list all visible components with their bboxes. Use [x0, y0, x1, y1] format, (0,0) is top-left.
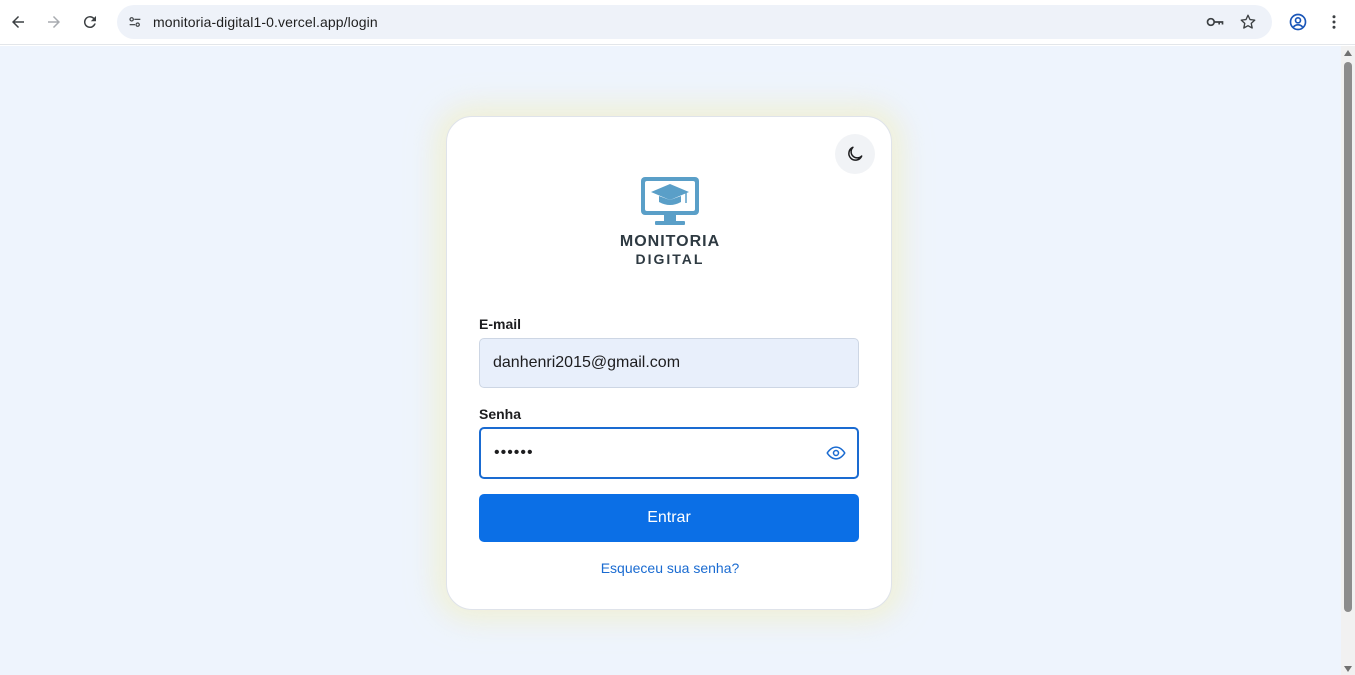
address-bar[interactable]: monitoria-digital1-0.vercel.app/login [117, 5, 1272, 39]
password-label: Senha [479, 406, 522, 422]
url-text: monitoria-digital1-0.vercel.app/login [153, 14, 378, 30]
scroll-down-arrow-icon[interactable] [1344, 666, 1352, 672]
email-label: E-mail [479, 316, 522, 332]
email-value: danhenri2015@gmail.com [493, 354, 681, 371]
profile-button[interactable] [1282, 6, 1314, 38]
page-viewport: MONITORIA DIGITAL E-mail danhenri2015@gm… [0, 46, 1341, 675]
scrollbar-thumb[interactable] [1344, 62, 1352, 612]
menu-button[interactable] [1318, 6, 1350, 38]
arrow-left-icon [12, 16, 24, 28]
logo-subtitle: DIGITAL [635, 251, 705, 267]
password-value: •••••• [494, 444, 534, 461]
reload-button[interactable] [74, 6, 106, 38]
browser-toolbar: monitoria-digital1-0.vercel.app/login [0, 0, 1355, 45]
forward-button[interactable] [38, 6, 70, 38]
arrow-right-icon [48, 16, 60, 28]
kebab-menu-icon [1332, 15, 1336, 29]
password-key-icon[interactable] [1203, 10, 1227, 34]
back-button[interactable] [2, 6, 34, 38]
app-logo: MONITORIA DIGITAL [447, 175, 893, 275]
login-card: MONITORIA DIGITAL E-mail danhenri2015@gm… [446, 116, 892, 610]
theme-toggle-button[interactable] [835, 134, 875, 174]
email-field[interactable]: danhenri2015@gmail.com [479, 338, 859, 388]
logo-title: MONITORIA [619, 233, 721, 250]
profile-icon [1289, 13, 1307, 31]
site-settings-icon[interactable] [123, 10, 147, 34]
monitor-graduation-cap-icon [641, 177, 699, 225]
show-password-eye-icon[interactable] [825, 442, 847, 464]
vertical-scrollbar[interactable] [1341, 46, 1355, 675]
scroll-up-arrow-icon[interactable] [1344, 50, 1352, 56]
forgot-password-link[interactable]: Esqueceu sua senha? [447, 560, 893, 576]
password-field[interactable]: •••••• [479, 427, 859, 479]
reload-icon [83, 16, 96, 29]
moon-icon [848, 146, 863, 161]
bookmark-star-icon[interactable] [1236, 10, 1260, 34]
login-submit-button[interactable]: Entrar [479, 494, 859, 542]
